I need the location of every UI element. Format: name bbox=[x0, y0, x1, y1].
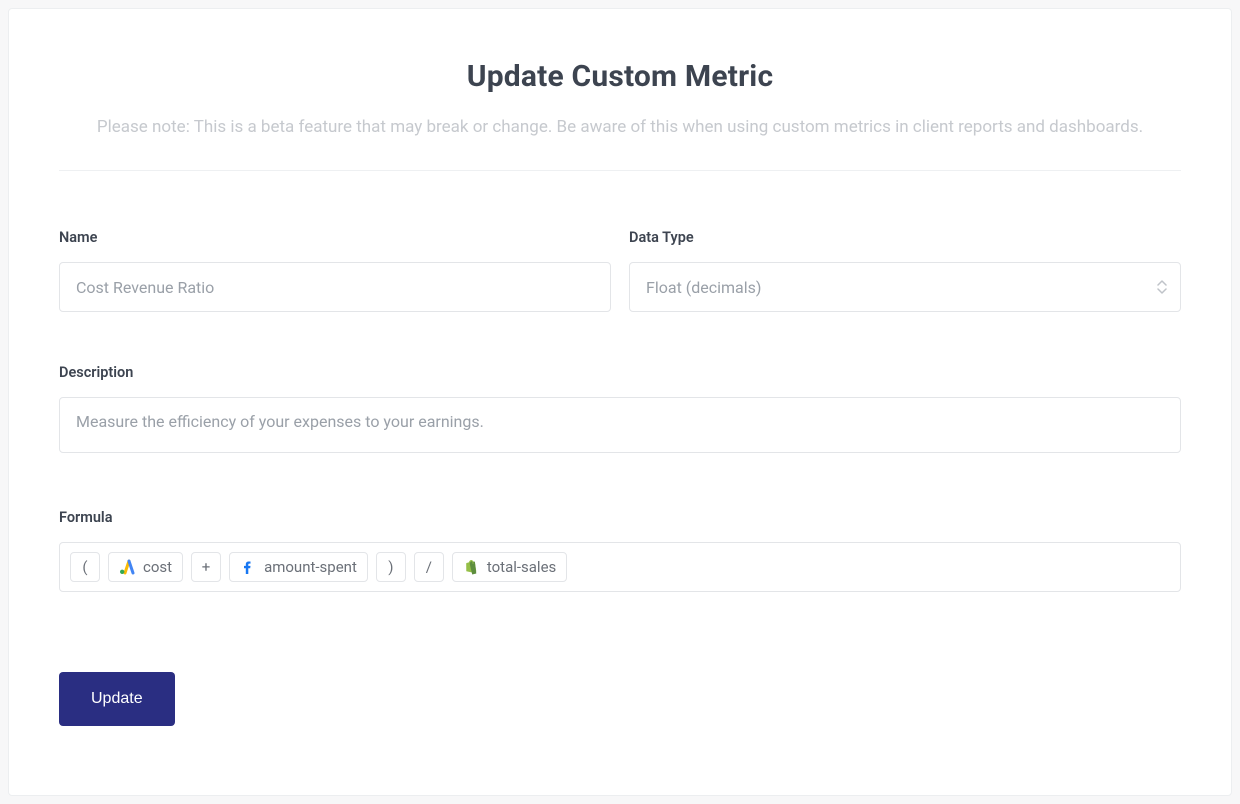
formula-metric-token-google-ads[interactable]: cost bbox=[108, 552, 183, 582]
formula-token-text: + bbox=[202, 558, 211, 576]
facebook-icon bbox=[240, 559, 256, 575]
formula-token-text: total-sales bbox=[487, 558, 556, 576]
formula-input[interactable]: ( cost + amount-spent) / total-sales bbox=[59, 542, 1181, 592]
name-label: Name bbox=[59, 229, 611, 246]
formula-token-text: ) bbox=[388, 558, 393, 576]
formula-op-token[interactable]: ) bbox=[376, 552, 406, 582]
formula-token-text: / bbox=[426, 558, 432, 576]
formula-token-text: amount-spent bbox=[264, 558, 357, 576]
google-ads-icon bbox=[119, 559, 135, 575]
description-input[interactable] bbox=[59, 397, 1181, 453]
update-button[interactable]: Update bbox=[59, 672, 175, 726]
formula-label: Formula bbox=[59, 509, 1181, 526]
name-input[interactable] bbox=[59, 262, 611, 312]
description-label: Description bbox=[59, 364, 1181, 381]
formula-op-token[interactable]: + bbox=[191, 552, 221, 582]
divider bbox=[59, 170, 1181, 171]
custom-metric-card: Update Custom Metric Please note: This i… bbox=[8, 8, 1232, 796]
page-title: Update Custom Metric bbox=[59, 59, 1181, 94]
formula-op-token[interactable]: / bbox=[414, 552, 444, 582]
formula-metric-token-shopify[interactable]: total-sales bbox=[452, 552, 567, 582]
formula-token-text: cost bbox=[143, 558, 172, 576]
data-type-label: Data Type bbox=[629, 229, 1181, 246]
formula-token-text: ( bbox=[82, 558, 87, 576]
formula-op-token[interactable]: ( bbox=[70, 552, 100, 582]
data-type-select[interactable]: Float (decimals) bbox=[629, 262, 1181, 312]
beta-subtitle: Please note: This is a beta feature that… bbox=[59, 114, 1181, 140]
shopify-icon bbox=[463, 559, 479, 575]
formula-metric-token-facebook[interactable]: amount-spent bbox=[229, 552, 368, 582]
